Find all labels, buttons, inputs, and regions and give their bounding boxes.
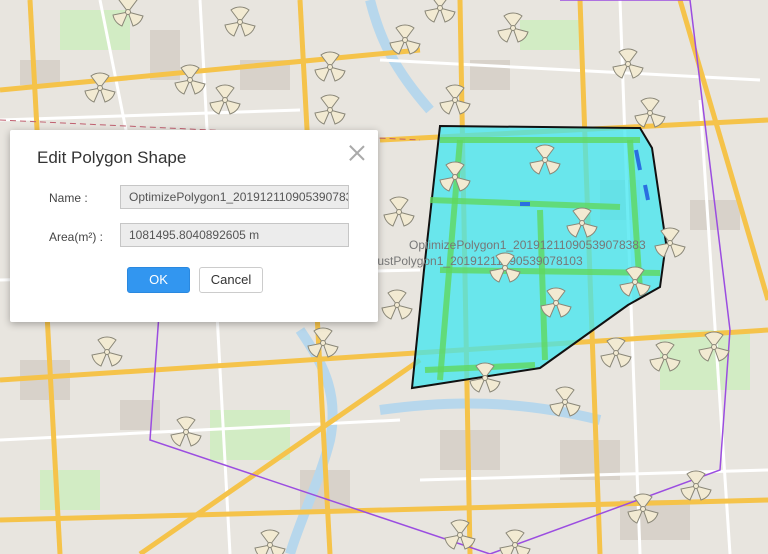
area-label: Area(m²) : [49, 230, 103, 244]
edit-polygon-dialog: Edit Polygon Shape Name : OptimizePolygo… [10, 130, 378, 322]
close-icon[interactable] [346, 142, 368, 164]
polygon-label-optimize: OptimizePolygon1_20191211090539078383 [409, 238, 646, 252]
area-field[interactable]: 1081495.8040892605 m [120, 223, 349, 247]
dialog-title: Edit Polygon Shape [37, 148, 187, 167]
cancel-button[interactable]: Cancel [199, 267, 263, 293]
name-field[interactable]: OptimizePolygon1_20191211090539078383 [120, 185, 349, 209]
polygon-label-adjust: AdjustPolygon1_20191211090539078103 [360, 254, 583, 268]
name-label: Name : [49, 191, 88, 205]
ok-button[interactable]: OK [127, 267, 190, 293]
